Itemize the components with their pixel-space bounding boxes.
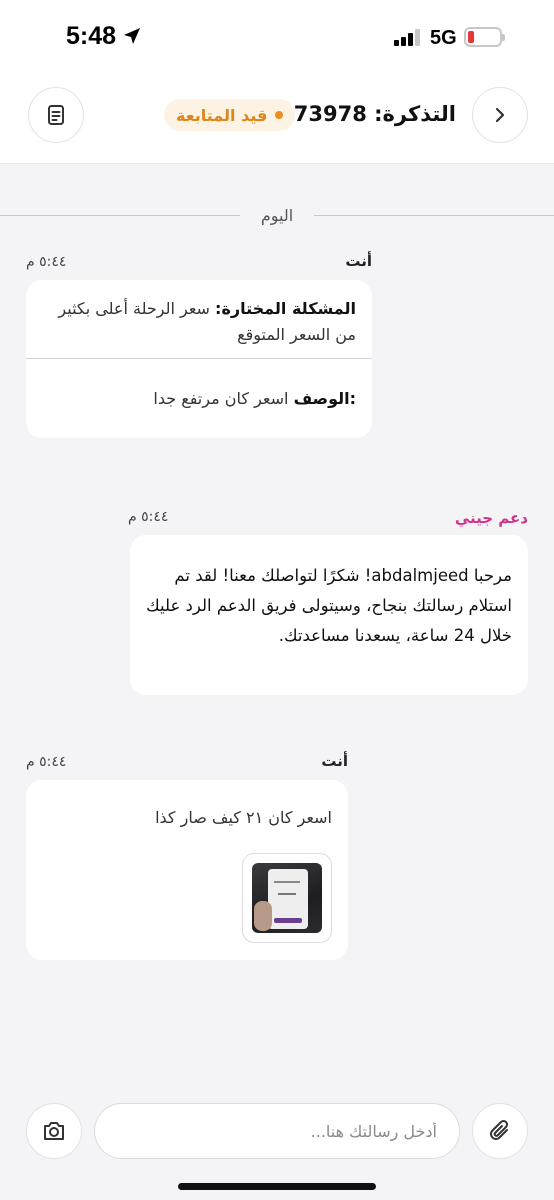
back-button[interactable] bbox=[472, 87, 528, 143]
message-time: ٥:٤٤ م bbox=[26, 754, 67, 770]
status-time: 5:48 bbox=[66, 22, 117, 50]
status-dot bbox=[275, 111, 284, 119]
message-time: ٥:٤٤ م bbox=[26, 254, 67, 270]
network-type: 5G bbox=[430, 27, 457, 49]
ticket-details-button[interactable] bbox=[28, 87, 84, 143]
message-sender-support: دعم جيني bbox=[454, 509, 528, 527]
description-value: اسعر كان مرتفع جدا bbox=[153, 389, 289, 408]
message-sender: أنت bbox=[345, 252, 372, 270]
status-label: قيد المتابعة bbox=[176, 105, 268, 125]
camera-button[interactable] bbox=[26, 1103, 82, 1159]
message-bubble-support: مرحبا abdalmjeed! شكرًا لتواصلك معنا! لق… bbox=[130, 535, 528, 695]
description-label: :الوصف bbox=[293, 389, 356, 408]
ticket-header: التذكرة: 54873978 قيد المتابعة bbox=[0, 70, 554, 164]
message-time: ٥:٤٤ م bbox=[128, 509, 169, 525]
home-indicator bbox=[178, 1183, 376, 1190]
message-sender: أنت bbox=[321, 752, 348, 770]
description-section: :الوصف اسعر كان مرتفع جدا bbox=[26, 359, 372, 411]
message-text: اسعر كان ٢١ كيف صار كذا bbox=[155, 808, 332, 827]
issue-label: المشكلة المختارة: bbox=[215, 299, 356, 318]
paperclip-icon bbox=[490, 1119, 509, 1140]
message-bubble-user: المشكلة المختارة: سعر الرحلة أعلى بكثير … bbox=[26, 280, 372, 438]
status-badge: قيد المتابعة bbox=[164, 99, 296, 131]
message-input[interactable] bbox=[94, 1103, 460, 1159]
day-label: اليوم bbox=[260, 206, 294, 225]
image-attachment[interactable] bbox=[242, 853, 332, 943]
issue-section: المشكلة المختارة: سعر الرحلة أعلى بكثير … bbox=[26, 280, 372, 358]
status-bar: 5:48 5G bbox=[0, 0, 554, 70]
camera-icon bbox=[44, 1122, 64, 1140]
day-separator: اليوم bbox=[0, 204, 554, 228]
location-arrow-icon bbox=[124, 28, 140, 44]
battery-icon bbox=[464, 27, 505, 47]
chevron-right-icon bbox=[495, 107, 505, 123]
attach-button[interactable] bbox=[472, 1103, 528, 1159]
image-thumbnail bbox=[252, 863, 322, 933]
message-bubble-user: اسعر كان ٢١ كيف صار كذا bbox=[26, 780, 348, 960]
document-icon bbox=[48, 105, 64, 125]
signal-bars-icon bbox=[394, 29, 420, 46]
